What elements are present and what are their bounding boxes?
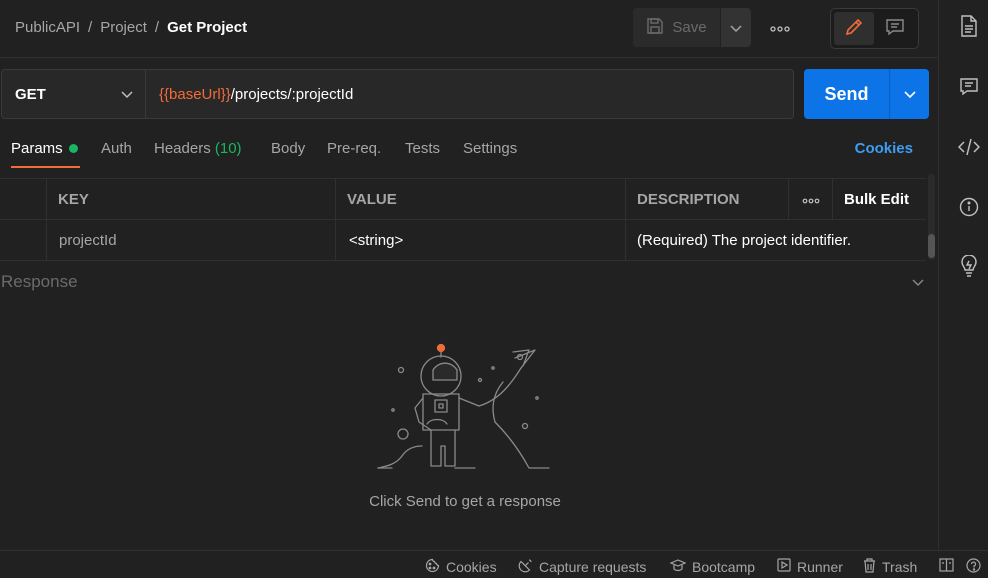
capture-requests-label: Capture requests	[539, 559, 647, 575]
cookies-link[interactable]: Cookies	[855, 140, 913, 157]
method-select[interactable]: GET	[1, 69, 146, 119]
tab-auth[interactable]: Auth	[101, 140, 132, 157]
headers-count: (10)	[214, 140, 242, 157]
params-scrollbar[interactable]	[928, 174, 935, 260]
save-label: Save	[672, 19, 707, 36]
url-variable: {{baseUrl}}	[159, 85, 231, 103]
column-header-value: VALUE	[336, 179, 626, 220]
params-active-indicator	[68, 143, 78, 153]
tab-params-label: Params	[11, 140, 63, 157]
astronaut-illustration	[375, 340, 555, 478]
tab-settings[interactable]: Settings	[463, 140, 517, 157]
right-sidebar	[938, 0, 988, 550]
bootcamp-button[interactable]: Bootcamp	[669, 558, 756, 575]
url-input[interactable]: {{baseUrl}} /projects/:projectId	[146, 69, 794, 119]
graduation-cap-icon	[669, 558, 687, 575]
lightbulb-icon	[959, 253, 979, 280]
method-value: GET	[15, 85, 46, 103]
param-value[interactable]: <string>	[336, 220, 626, 261]
footer-cookies-button[interactable]: Cookies	[425, 558, 497, 576]
param-description[interactable]: (Required) The project identifier.	[626, 220, 926, 261]
save-icon	[646, 17, 664, 39]
chevron-down-icon	[121, 86, 133, 103]
cookie-icon	[425, 558, 440, 576]
send-options-button[interactable]	[889, 69, 929, 119]
ellipsis-icon	[802, 191, 820, 208]
more-actions-button[interactable]	[766, 17, 794, 37]
capture-requests-button[interactable]: Capture requests	[518, 558, 646, 576]
table-row: projectId <string> (Required) The projec…	[0, 220, 926, 261]
save-options-button[interactable]	[721, 8, 751, 47]
empty-response-message: Click Send to get a response	[369, 493, 561, 510]
url-path: /projects/:projectId	[230, 85, 354, 103]
breadcrumb-separator: /	[88, 19, 93, 36]
suggestions-button[interactable]	[958, 253, 980, 280]
tab-tests[interactable]: Tests	[405, 140, 440, 157]
comment-icon	[885, 17, 905, 40]
checkbox-column-header	[0, 179, 47, 220]
column-header-description: DESCRIPTION	[626, 179, 789, 220]
breadcrumb-folder[interactable]: Project	[100, 19, 147, 36]
chevron-down-icon	[912, 274, 924, 290]
response-collapse-button[interactable]	[912, 274, 924, 290]
save-group: Save	[633, 8, 751, 47]
breadcrumb: PublicAPI / Project / Get Project	[15, 19, 247, 36]
status-bar: Cookies Capture requests Bootcamp Runner…	[0, 550, 988, 578]
table-header-row: KEY VALUE DESCRIPTION Bulk Edit	[0, 179, 926, 220]
row-checkbox-cell[interactable]	[0, 220, 47, 261]
comment-icon	[959, 77, 979, 100]
code-snippet-button[interactable]	[957, 137, 981, 159]
chevron-down-icon	[730, 20, 742, 36]
play-icon	[777, 558, 791, 575]
ellipsis-icon	[770, 19, 790, 35]
bootcamp-label: Bootcamp	[692, 558, 756, 575]
info-button[interactable]	[958, 197, 980, 219]
response-title[interactable]: Response	[1, 272, 78, 292]
send-group: Send	[804, 69, 929, 119]
active-tab-underline	[11, 166, 80, 168]
view-mode-toggle	[830, 8, 919, 49]
runner-label: Runner	[797, 558, 843, 575]
trash-button[interactable]: Trash	[863, 558, 917, 576]
two-pane-toggle[interactable]	[939, 558, 954, 575]
save-button[interactable]: Save	[633, 8, 720, 47]
request-tabs: Params Auth Headers (10) Body Pre-req. T…	[0, 130, 938, 170]
tab-body[interactable]: Body	[271, 140, 305, 157]
params-table: KEY VALUE DESCRIPTION Bulk Edit projectI…	[0, 178, 926, 262]
satellite-icon	[518, 558, 533, 576]
scrollbar-thumb[interactable]	[928, 234, 935, 258]
comment-mode-button[interactable]	[876, 12, 916, 45]
chevron-down-icon	[903, 86, 916, 102]
two-pane-icon	[939, 558, 954, 575]
column-header-key: KEY	[47, 179, 336, 220]
documentation-button[interactable]	[958, 14, 980, 40]
help-button[interactable]	[966, 558, 981, 576]
runner-button[interactable]: Runner	[777, 558, 843, 575]
edit-mode-button[interactable]	[834, 12, 874, 45]
trash-label: Trash	[882, 559, 918, 575]
tab-headers[interactable]: Headers (10)	[154, 140, 242, 157]
bulk-edit-button[interactable]: Bulk Edit	[833, 179, 926, 220]
comments-button[interactable]	[958, 77, 980, 99]
trash-icon	[863, 558, 876, 576]
pencil-icon	[844, 17, 864, 40]
request-name[interactable]: Get Project	[167, 19, 247, 36]
code-icon	[957, 138, 981, 159]
breadcrumb-collection[interactable]: PublicAPI	[15, 19, 80, 36]
tab-headers-label: Headers	[154, 140, 211, 157]
param-key[interactable]: projectId	[47, 220, 336, 261]
tab-params[interactable]: Params	[11, 140, 78, 157]
info-icon	[959, 197, 979, 220]
breadcrumb-separator: /	[154, 19, 160, 36]
tab-prereq[interactable]: Pre-req.	[327, 140, 381, 157]
send-button[interactable]: Send	[804, 69, 889, 119]
footer-cookies-label: Cookies	[446, 559, 497, 575]
help-icon	[966, 558, 981, 576]
document-icon	[960, 14, 978, 40]
table-options-button[interactable]	[789, 179, 833, 220]
request-header: PublicAPI / Project / Get Project Save	[0, 0, 938, 58]
